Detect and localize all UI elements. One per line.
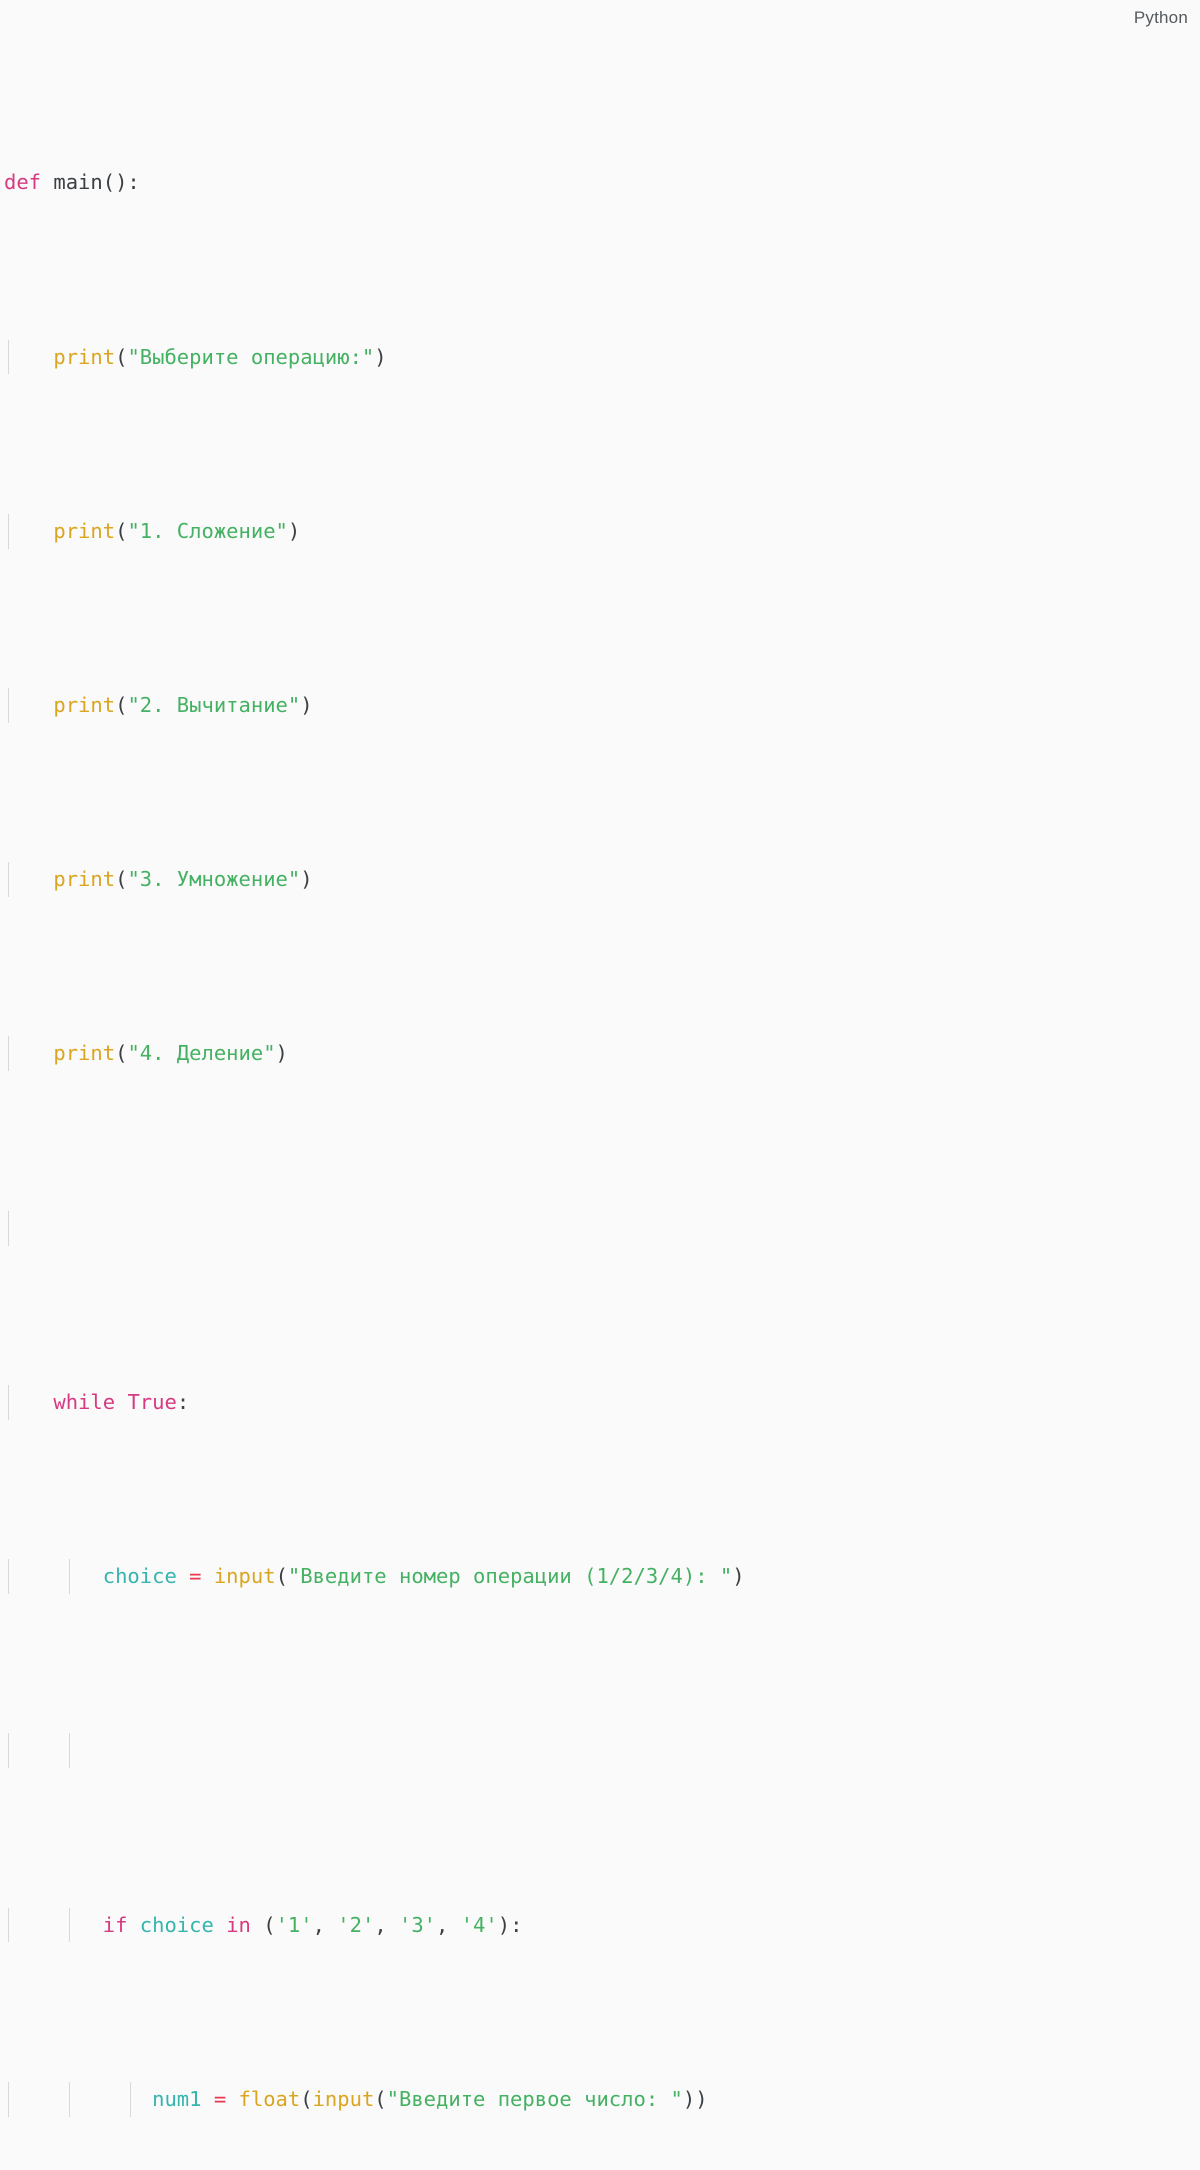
code-line: num1 = float(input("Введите первое число… bbox=[0, 2081, 1200, 2117]
indent-guide bbox=[8, 688, 9, 723]
python-code-block: Python def main(): print("Выберите опера… bbox=[0, 0, 1200, 2117]
token-builtin: input bbox=[312, 2086, 375, 2111]
token-keyword: if bbox=[102, 1912, 128, 1937]
token-string: '3' bbox=[399, 1912, 437, 1937]
code-line: choice = input("Введите номер операции (… bbox=[0, 1559, 1200, 1594]
code-line: print("Выберите операцию:") bbox=[0, 339, 1200, 375]
indent-guide bbox=[130, 2081, 131, 2117]
token-keyword: def bbox=[4, 170, 42, 195]
code-line-blank bbox=[0, 1733, 1200, 1769]
token-builtin: print bbox=[53, 344, 116, 369]
indent-guide bbox=[8, 1384, 9, 1420]
token-function-name: main bbox=[53, 170, 103, 195]
code-line-blank bbox=[0, 1210, 1200, 1246]
indent-guide bbox=[8, 1733, 9, 1769]
token-identifier: num1 bbox=[152, 2086, 202, 2111]
token-builtin: print bbox=[53, 867, 116, 892]
token-builtin: float bbox=[238, 2086, 301, 2111]
token-string: '4' bbox=[460, 1912, 498, 1937]
token-string: '1' bbox=[275, 1912, 313, 1937]
code-line: print("2. Вычитание") bbox=[0, 688, 1200, 723]
token-string: '2' bbox=[337, 1912, 375, 1937]
code-line: print("4. Деление") bbox=[0, 1036, 1200, 1072]
token-string: "3. Умножение" bbox=[127, 867, 301, 892]
token-builtin: input bbox=[213, 1564, 276, 1589]
token-keyword: True bbox=[127, 1389, 177, 1414]
code-line: def main(): bbox=[0, 165, 1200, 200]
token-builtin: print bbox=[53, 518, 116, 543]
token-keyword: in bbox=[226, 1912, 251, 1937]
token-string: "4. Деление" bbox=[127, 1041, 276, 1066]
token-identifier: choice bbox=[102, 1564, 177, 1589]
indent-guide bbox=[8, 1210, 9, 1246]
code-line: while True: bbox=[0, 1384, 1200, 1420]
token-operator: = bbox=[213, 2086, 227, 2111]
language-label: Python bbox=[1133, 8, 1188, 27]
indent-guide bbox=[8, 513, 9, 549]
indent-guide bbox=[69, 1559, 70, 1594]
indent-guide bbox=[69, 1733, 70, 1769]
indent-guide bbox=[69, 2081, 70, 2117]
token-keyword: while bbox=[53, 1389, 116, 1414]
indent-guide bbox=[8, 862, 9, 898]
token-operator: = bbox=[189, 1564, 202, 1589]
indent-guide bbox=[8, 1036, 9, 1072]
indent-guide bbox=[8, 1559, 9, 1594]
token-string: "Введите первое число: " bbox=[386, 2086, 683, 2111]
indent-guide bbox=[8, 2081, 9, 2117]
token-identifier: choice bbox=[139, 1912, 214, 1937]
code-line: print("1. Сложение") bbox=[0, 513, 1200, 549]
token-string: "Введите номер операции (1/2/3/4): " bbox=[287, 1564, 733, 1589]
token-punctuation: (): bbox=[102, 170, 140, 195]
token-builtin: print bbox=[53, 693, 116, 718]
indent-guide bbox=[69, 1907, 70, 1943]
token-builtin: print bbox=[53, 1041, 116, 1066]
indent-guide bbox=[8, 1907, 9, 1943]
indent-guide bbox=[8, 339, 9, 375]
token-string: "1. Сложение" bbox=[127, 518, 288, 543]
token-string: "2. Вычитание" bbox=[127, 693, 301, 718]
code-line: if choice in ('1', '2', '3', '4'): bbox=[0, 1907, 1200, 1943]
token-string: "Выберите операцию:" bbox=[127, 344, 375, 369]
code-content[interactable]: def main(): print("Выберите операцию:") … bbox=[0, 26, 1200, 2170]
code-line: print("3. Умножение") bbox=[0, 862, 1200, 898]
